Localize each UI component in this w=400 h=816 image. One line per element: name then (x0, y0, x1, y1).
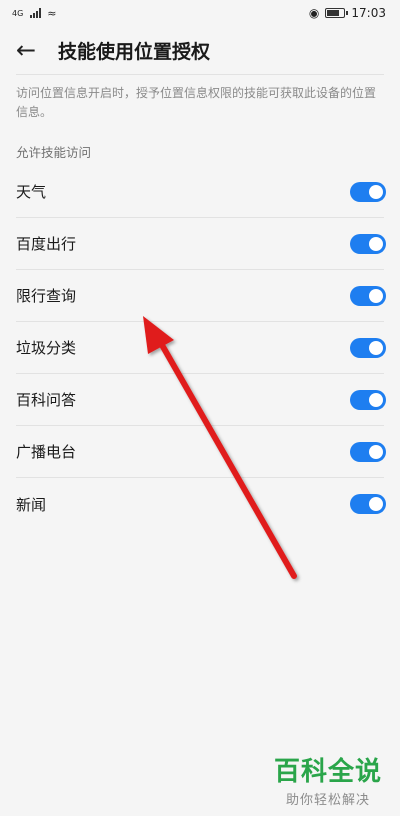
signal-icon (30, 8, 42, 18)
list-item-label: 百度出行 (16, 235, 77, 253)
section-label: 允许技能访问 (16, 145, 92, 160)
list-item-label: 限行查询 (16, 287, 77, 305)
toggle-knob (369, 497, 383, 511)
toggle-knob (369, 340, 383, 355)
permission-description: 访问位置信息开启时，授予位置信息权限的技能可获取此设备的位置信息。 (16, 86, 377, 119)
app-header: ← 技能使用位置授权 (0, 26, 400, 74)
list-item-encyclopedia-qa[interactable]: 百科问答 (16, 374, 386, 426)
toggle-switch[interactable] (350, 494, 386, 514)
watermark: 百科全说 助你轻松解决 (274, 757, 382, 808)
back-arrow-icon[interactable]: ← (16, 38, 48, 62)
list-item-label: 新闻 (16, 495, 47, 514)
list-item-radio[interactable]: 广播电台 (16, 426, 386, 478)
eye-icon: ◉ (308, 6, 320, 20)
toggle-switch[interactable] (350, 181, 386, 202)
page-title: 技能使用位置授权 (58, 40, 211, 63)
skill-list: 天气 百度出行 限行查询 垃圾分类 百科问答 广播电台 新闻 (0, 166, 400, 530)
toggle-knob (369, 184, 383, 199)
toggle-knob (369, 236, 383, 251)
toggle-switch[interactable] (350, 441, 386, 462)
wifi-icon: ≈ (47, 6, 57, 20)
list-item-label: 天气 (16, 183, 47, 201)
status-bar: 4G ≈ ◉ 17:03 (0, 0, 400, 26)
toggle-switch[interactable] (350, 285, 386, 306)
list-item-news[interactable]: 新闻 (16, 478, 386, 530)
watermark-subtitle: 助你轻松解决 (285, 793, 370, 808)
list-item-baidu-travel[interactable]: 百度出行 (16, 218, 386, 270)
list-item-traffic-restriction[interactable]: 限行查询 (16, 270, 386, 322)
status-right: ◉ 17:03 (309, 6, 386, 20)
watermark-title: 百科全说 (273, 757, 382, 787)
toggle-knob (369, 392, 383, 407)
status-left: 4G ≈ (12, 7, 57, 20)
clock: 17:03 (351, 6, 386, 20)
list-item-label: 百科问答 (16, 391, 77, 409)
list-item-label: 垃圾分类 (16, 339, 77, 357)
network-type: 4G (12, 8, 24, 18)
toggle-switch[interactable] (350, 337, 386, 358)
toggle-knob (369, 444, 383, 459)
list-item-garbage-sorting[interactable]: 垃圾分类 (16, 322, 386, 374)
toggle-switch[interactable] (350, 389, 386, 410)
list-item-weather[interactable]: 天气 (16, 166, 386, 218)
battery-icon (325, 8, 349, 18)
toggle-switch[interactable] (350, 233, 386, 254)
list-item-label: 广播电台 (16, 443, 77, 461)
toggle-knob (369, 288, 383, 303)
